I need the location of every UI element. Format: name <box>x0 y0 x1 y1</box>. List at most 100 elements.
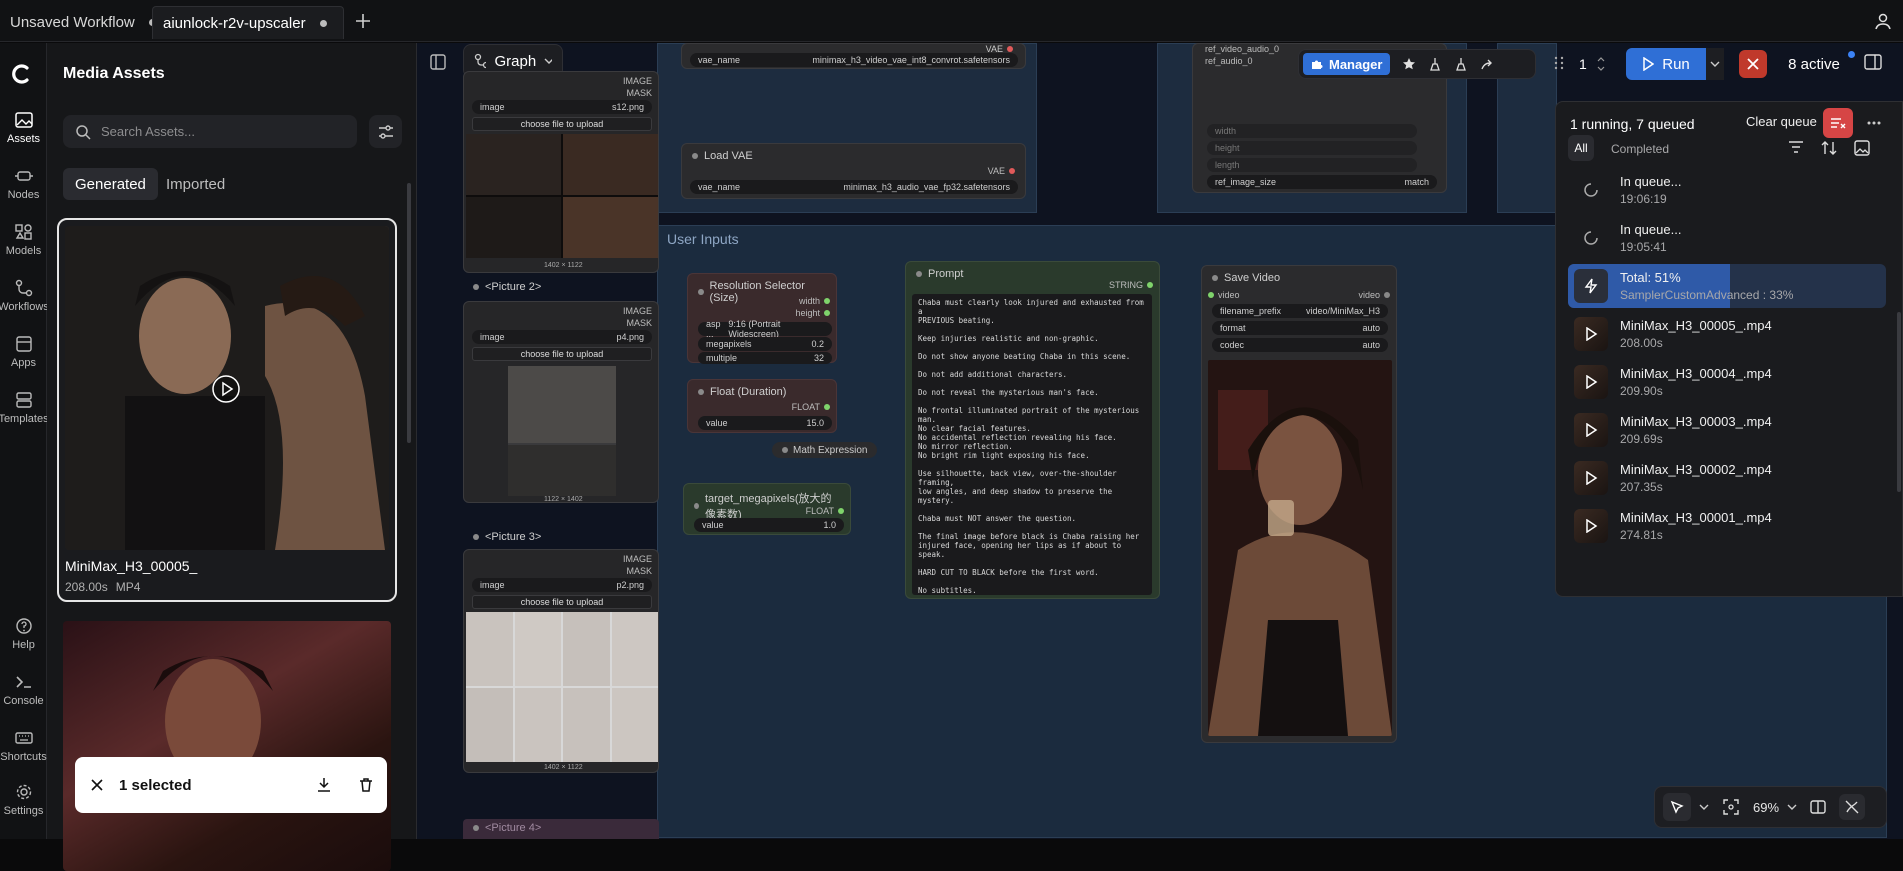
node-picture-1[interactable]: IMAGE MASK image s12.png choose file to u… <box>463 71 659 273</box>
node-target-megapixels[interactable]: target_megapixels(放大的像素数) FLOAT value 1.0 <box>683 483 851 535</box>
queue-item[interactable]: Total: 51% SamplerCustomAdvanced : 33% <box>1568 264 1886 308</box>
node-prompt[interactable]: Prompt STRING Chaba must clearly look in… <box>905 261 1160 599</box>
rail-models[interactable]: Models <box>0 223 47 257</box>
minimap-icon[interactable] <box>1805 800 1831 814</box>
active-jobs-toggle[interactable]: 8 active <box>1774 48 1854 80</box>
share-icon[interactable] <box>1480 57 1494 71</box>
node-picture-3[interactable]: <Picture 3> IMAGE MASK image p2.png choos… <box>463 525 659 825</box>
stepper-arrows-icon[interactable] <box>1597 55 1605 73</box>
node-save-video[interactable]: Save Video video video filename_prefix vi… <box>1201 265 1397 743</box>
codec-widget[interactable]: codec auto <box>1212 338 1388 352</box>
tab-imported[interactable]: Imported <box>154 168 237 200</box>
queue-item[interactable]: MiniMax_H3_00001_.mp4 274.81s <box>1568 504 1886 548</box>
length-widget[interactable]: length <box>1207 158 1417 172</box>
node-picture-4[interactable]: <Picture 4> <box>463 819 659 839</box>
node-math-expression[interactable]: Math Expression <box>772 442 878 458</box>
ref-image-size-widget[interactable]: ref_image_size match <box>1207 175 1437 189</box>
drag-handle-icon[interactable] <box>1554 55 1564 71</box>
image-select-widget[interactable]: image p4.png <box>472 330 652 344</box>
manager-button[interactable]: Manager <box>1303 53 1391 75</box>
clear-queue-button[interactable]: Clear queue <box>1746 114 1817 129</box>
vae-name-widget[interactable]: vae_name minimax_h3_audio_vae_fp32.safet… <box>690 180 1018 194</box>
rail-shortcuts[interactable]: Shortcuts <box>0 729 47 763</box>
value-widget[interactable]: value 1.0 <box>694 518 844 532</box>
queue-tab-all[interactable]: All <box>1568 135 1594 161</box>
close-icon <box>1747 58 1759 70</box>
rail-settings[interactable]: Settings <box>0 783 47 817</box>
more-options-icon[interactable] <box>1866 115 1882 131</box>
filter-icon[interactable] <box>1788 140 1804 154</box>
logo-icon[interactable] <box>10 63 32 85</box>
float-output-port: FLOAT <box>792 402 830 412</box>
choose-file-button[interactable]: choose file to upload <box>472 117 652 131</box>
image-select-widget[interactable]: image s12.png <box>472 100 652 114</box>
new-tab-plus-icon[interactable] <box>354 12 372 30</box>
rail-assets[interactable]: Assets <box>0 111 47 145</box>
chevron-down-icon[interactable] <box>1699 803 1709 811</box>
choose-file-button[interactable]: choose file to upload <box>472 347 652 361</box>
queue-scrollbar[interactable] <box>1897 312 1901 492</box>
gallery-icon[interactable] <box>1854 140 1870 156</box>
format-widget[interactable]: format auto <box>1212 321 1388 335</box>
queue-item[interactable]: In queue... 19:06:19 <box>1568 168 1886 212</box>
layout-toggle-icon[interactable] <box>429 53 453 77</box>
cancel-run-button[interactable] <box>1739 50 1767 78</box>
broom-icon[interactable] <box>1428 57 1442 71</box>
rail-templates[interactable]: Templates <box>0 391 49 425</box>
rail-help[interactable]: Help <box>0 617 47 651</box>
run-button[interactable]: Run <box>1626 48 1706 80</box>
filter-settings-button[interactable] <box>369 115 402 148</box>
rail-workflows[interactable]: Workflows <box>0 279 49 313</box>
sort-icon[interactable] <box>1821 140 1837 156</box>
value-widget[interactable]: value 15.0 <box>698 416 832 430</box>
prompt-textarea[interactable]: Chaba must clearly look injured and exha… <box>912 294 1152 595</box>
search-input[interactable]: Search Assets... <box>63 115 357 148</box>
vae-name-widget[interactable]: vae_name minimax_h3_video_vae_int8_convr… <box>690 53 1018 67</box>
multiple-widget[interactable]: multiple 32 <box>698 352 832 364</box>
video-preview[interactable] <box>1208 360 1392 736</box>
node-resolution-selector[interactable]: Resolution Selector (Size) width height … <box>687 273 837 364</box>
megapixels-widget[interactable]: megapixels 0.2 <box>698 337 832 351</box>
fit-view-icon[interactable] <box>1717 799 1745 815</box>
clear-selection-close-icon[interactable] <box>75 779 119 791</box>
trash-icon[interactable] <box>345 777 387 793</box>
node-vae-top[interactable]: VAE vae_name minimax_h3_video_vae_int8_c… <box>681 43 1026 69</box>
queue-item[interactable]: MiniMax_H3_00003_.mp4 209.69s <box>1568 408 1886 452</box>
image-select-widget[interactable]: image p2.png <box>472 578 652 592</box>
asset-card-second-thumbnail[interactable] <box>63 621 391 871</box>
user-icon[interactable] <box>1874 12 1892 30</box>
queue-tab-completed[interactable]: Completed <box>1611 142 1669 156</box>
node-float-duration[interactable]: Float (Duration) FLOAT value 15.0 <box>687 379 837 433</box>
chevron-down-icon[interactable] <box>1787 803 1797 811</box>
select-tool-cursor-icon[interactable] <box>1663 793 1691 821</box>
panel-scrollbar[interactable] <box>407 183 411 443</box>
tab-aiunlock-r2v-upscaler[interactable]: aiunlock-r2v-upscaler <box>152 6 344 39</box>
queue-item[interactable]: MiniMax_H3_00002_.mp4 207.35s <box>1568 456 1886 500</box>
rail-nodes[interactable]: Nodes <box>0 167 47 201</box>
batch-count-stepper[interactable]: 1 <box>1569 48 1619 80</box>
broom-alt-icon[interactable] <box>1454 57 1468 71</box>
link-visibility-icon[interactable] <box>1839 794 1866 820</box>
download-icon[interactable] <box>303 777 345 793</box>
rail-console[interactable]: Console <box>0 673 47 707</box>
filename-prefix-widget[interactable]: filename_prefix video/MiniMax_H3 <box>1212 304 1388 318</box>
queue-item[interactable]: MiniMax_H3_00004_.mp4 209.90s <box>1568 360 1886 404</box>
asset-card-selected[interactable]: MiniMax_H3_00005_ 208.00s MP4 <box>57 218 397 602</box>
clear-queue-icon[interactable] <box>1823 108 1853 138</box>
width-widget[interactable]: width <box>1207 124 1417 138</box>
run-options-chevron-icon[interactable] <box>1706 48 1724 80</box>
star-icon[interactable] <box>1402 57 1416 71</box>
node-picture-2[interactable]: <Picture 2> IMAGE MASK image p4.png choos… <box>463 275 659 519</box>
rail-apps[interactable]: Apps <box>0 335 47 369</box>
tab-unsaved-workflow[interactable]: Unsaved Workflow <box>0 6 166 39</box>
tab-generated[interactable]: Generated <box>63 168 158 200</box>
aspect-widget[interactable]: asp ... 9:16 (Portrait Widescreen) <box>698 319 832 339</box>
toggle-right-panel-icon[interactable] <box>1863 52 1883 72</box>
node-load-vae[interactable]: Load VAE VAE vae_name minimax_h3_audio_v… <box>681 143 1026 199</box>
queue-item[interactable]: MiniMax_H3_00005_.mp4 208.00s <box>1568 312 1886 356</box>
zoom-level[interactable]: 69% <box>1753 800 1779 815</box>
queue-item[interactable]: In queue... 19:05:41 <box>1568 216 1886 260</box>
play-icon[interactable] <box>211 374 241 404</box>
choose-file-button[interactable]: choose file to upload <box>472 595 652 609</box>
height-widget[interactable]: height <box>1207 141 1417 155</box>
